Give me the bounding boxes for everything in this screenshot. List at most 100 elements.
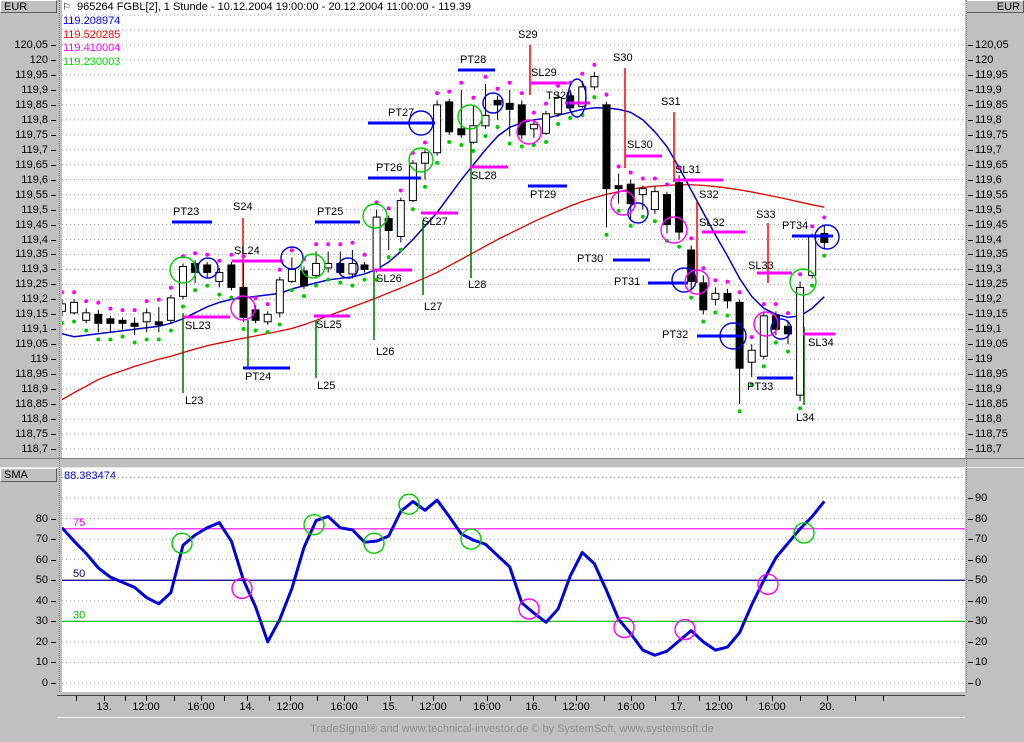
axis-tick: [51, 134, 56, 136]
price-tick-label: 119,35: [975, 248, 1008, 261]
legend-value: 119.230003: [63, 55, 121, 68]
price-tick-label: 119,25: [15, 278, 48, 291]
time-tick-label: 16:00: [473, 701, 501, 713]
left-axis-header: EUR: [0, 0, 57, 13]
price-tick-label: 119,8: [21, 113, 48, 126]
price-tick-label: 118,85: [975, 398, 1008, 411]
price-tick-label: 120,05: [975, 39, 1009, 51]
axis-tick: [968, 389, 973, 391]
axis-tick: [51, 539, 56, 541]
axis-tick: [51, 600, 56, 602]
axis-tick: [51, 284, 56, 286]
axis-tick: [968, 45, 973, 46]
price-tick-label: 119,9: [21, 83, 48, 96]
price-tick-label: 118,9: [975, 383, 1002, 396]
time-axis-minor-tick: [460, 696, 461, 701]
price-axis-right[interactable]: 120,05 120 119,95 119,9 119,85 119,8 119,75 119…: [965, 0, 1024, 458]
indicator-tick-label: 60: [975, 553, 988, 566]
price-tick-label: 119,1: [975, 323, 1002, 336]
main-chart-plot[interactable]: [62, 0, 965, 458]
indicator-tick-label: 40: [35, 594, 48, 607]
axis-tick: [968, 164, 973, 166]
legend-value: 119.520285: [63, 28, 121, 41]
price-tick-label: 119: [30, 353, 48, 366]
axis-tick: [51, 239, 56, 241]
price-tick-label: 119,15: [975, 308, 1008, 321]
axis-tick: [968, 179, 973, 181]
axis-tick: [968, 662, 973, 664]
axis-tick: [968, 683, 973, 684]
panel-separator[interactable]: [0, 458, 1024, 468]
time-axis-minor-tick: [412, 696, 413, 701]
legend: 119.208974 119.520285 119.410004 119.230003: [63, 15, 120, 69]
time-axis-minor-tick: [510, 696, 511, 701]
price-tick-label: 119,4: [21, 233, 48, 246]
price-tick-label: 118,95: [15, 368, 48, 381]
axis-tick: [968, 374, 973, 376]
axis-tick: [51, 389, 56, 391]
time-axis-tick: [487, 696, 488, 701]
app-window: { "header": { "eur_left": "EUR", "eur_ri…: [0, 0, 1024, 742]
axis-tick: [51, 641, 56, 643]
price-tick-label: 119,3: [21, 263, 48, 276]
axis-tick: [51, 194, 56, 196]
time-tick-label: 16.: [525, 701, 541, 713]
time-axis-minor-tick: [317, 696, 318, 701]
price-tick-label: 119,45: [975, 218, 1008, 231]
axis-tick: [51, 89, 56, 91]
price-tick-label: 119,85: [975, 98, 1008, 111]
axis-tick: [968, 224, 973, 226]
price-tick-label: 118,75: [15, 428, 48, 441]
legend-value: 119.208974: [63, 15, 121, 27]
price-tick-label: 119,15: [15, 308, 48, 321]
price-tick-label: 119,85: [15, 98, 48, 111]
indicator-tick-label: 20: [975, 635, 988, 648]
axis-tick: [968, 284, 973, 286]
time-tick-label: 13.: [96, 701, 112, 713]
time-axis-minor-tick: [555, 696, 556, 701]
indicator-tick-label: 50: [35, 574, 48, 587]
price-tick-label: 119,5: [975, 203, 1002, 216]
time-tick-label: 17.: [670, 701, 686, 713]
time-axis-tick: [201, 696, 202, 701]
price-tick-label: 119,6: [975, 173, 1002, 186]
indicator-plot[interactable]: [62, 468, 965, 692]
chart-title-text: 965264 FGBL[2], 1 Stunde - 10.12.2004 19…: [76, 1, 472, 13]
price-tick-label: 118,8: [975, 413, 1002, 426]
axis-tick: [968, 59, 973, 61]
price-tick-label: 119,55: [15, 188, 48, 201]
axis-tick: [51, 119, 56, 121]
time-tick-label: 16:00: [187, 701, 215, 713]
axis-tick: [51, 209, 56, 211]
axis-tick: [51, 518, 56, 520]
axis-tick: [968, 404, 973, 406]
indicator-axis-left[interactable]: 80 70 60 50 40 30 20 10 0: [0, 468, 62, 692]
axis-tick: [968, 314, 973, 316]
price-tick-label: 119,25: [975, 278, 1008, 291]
axis-tick: [51, 59, 56, 61]
price-tick-label: 118,75: [975, 428, 1008, 441]
axis-tick: [51, 419, 56, 421]
axis-tick: [51, 374, 56, 376]
time-axis[interactable]: 13. 12:00 16:00 14. 12:00 16:00 15. 12:00 16:00 1…: [0, 695, 1024, 717]
axis-tick: [968, 518, 973, 520]
axis-tick: [968, 119, 973, 121]
time-axis-minor-tick: [604, 696, 605, 701]
axis-tick: [51, 149, 56, 151]
indicator-tick-label: 80: [35, 512, 48, 525]
indicator-tick-label: 50: [975, 574, 988, 587]
price-axis-left[interactable]: 120,05 120 119,95 119,9 119,85 119,8 119,75 119…: [0, 0, 62, 458]
axis-tick: [968, 344, 973, 346]
axis-tick: [968, 269, 973, 271]
axis-tick: [51, 74, 56, 76]
indicator-tick-label: 30: [975, 615, 988, 628]
price-tick-label: 119,7: [975, 143, 1002, 156]
time-axis-minor-tick: [367, 696, 368, 701]
indicator-axis-right[interactable]: 90 80 70 60 50 40 30 20 10 0: [965, 468, 1024, 692]
axis-tick: [968, 74, 973, 76]
price-tick-label: 119,45: [15, 218, 48, 231]
axis-tick: [51, 164, 56, 166]
axis-tick: [51, 621, 56, 623]
axis-tick: [51, 329, 56, 331]
price-tick-label: 119,65: [975, 158, 1008, 171]
